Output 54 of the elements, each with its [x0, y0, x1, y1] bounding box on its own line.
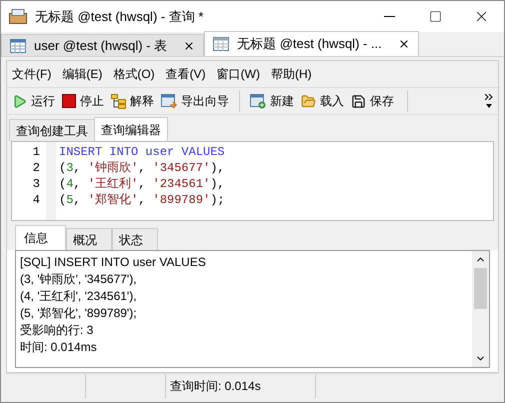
message-line: 受影响的行: 3: [20, 322, 94, 339]
result-tab[interactable]: 概况: [66, 228, 112, 250]
table-add-icon: [250, 94, 266, 108]
query-time: 查询时间: 0.014s: [170, 378, 261, 395]
app-icon: [9, 9, 27, 24]
message-line: [SQL] INSERT INTO user VALUES: [20, 254, 207, 271]
message-line: (5, '郑智化', '899789');: [20, 305, 138, 322]
scroll-thumb[interactable]: [474, 268, 487, 309]
result-tab[interactable]: 状态: [112, 228, 158, 250]
message-line: (3, '钟雨欣', '345677'),: [20, 271, 138, 288]
menu-item[interactable]: 格式(O): [113, 65, 155, 83]
menu-item[interactable]: 文件(F): [12, 65, 52, 83]
diagram-icon: [111, 94, 126, 108]
line-number: 4: [32, 192, 40, 208]
code-line: INSERT INTO user VALUES: [59, 144, 225, 160]
overflow-icon[interactable]: [485, 94, 493, 108]
document-tab[interactable]: 无标题 @test (hwsql) - ...: [204, 31, 419, 56]
toolbar-button[interactable]: 载入: [301, 92, 344, 110]
close-tab-icon[interactable]: [398, 38, 410, 50]
toolbar-button[interactable]: 新建: [250, 92, 294, 110]
table-icon: [10, 38, 26, 52]
editor-tab[interactable]: 查询编辑器: [94, 117, 168, 141]
close-tab-icon[interactable]: [183, 40, 196, 52]
document-tab[interactable]: user @test (hwsql) - 表: [1, 34, 204, 56]
toolbar-button[interactable]: 保存: [351, 92, 394, 110]
line-number: 2: [32, 160, 40, 176]
toolbar-button[interactable]: 导出向导: [161, 92, 229, 110]
code-line: (3, '钟雨欣', '345677'),: [59, 160, 225, 176]
code-line: (5, '郑智化', '899789');: [59, 192, 225, 208]
code-editor[interactable]: 1 2 3 4 INSERT INTO user VALUES (3, '钟雨欣', '345677'), (4, '王红利', '234561'), (5, '郑智化', '899789');: [11, 141, 494, 221]
stop-icon: [62, 94, 76, 108]
line-number: 1: [32, 144, 40, 160]
menu-item[interactable]: 查看(V): [166, 65, 206, 83]
minimize-icon: [384, 16, 394, 17]
window-title: 无标题 @test (hwsql) - 查询 *: [35, 8, 204, 26]
maximize-icon: [428, 10, 442, 23]
message-line: (4, '王红利', '234561'),: [20, 288, 138, 305]
menu-item[interactable]: 窗口(W): [216, 65, 260, 83]
menu-item[interactable]: 帮助(H): [270, 65, 312, 83]
toolbar-button[interactable]: 运行: [12, 92, 55, 110]
toolbar-button[interactable]: 解释: [111, 92, 154, 110]
editor-tab[interactable]: 查询创建工具: [9, 119, 94, 141]
code-line: (4, '王红利', '234561'),: [59, 176, 225, 192]
message-line: 时间: 0.014ms: [20, 339, 98, 356]
grid-icon: [213, 37, 230, 51]
menu-item[interactable]: 编辑(E): [62, 65, 102, 83]
scrollbar[interactable]: [472, 251, 489, 367]
table-export-icon: [161, 94, 177, 108]
result-tab[interactable]: 信息: [15, 225, 66, 250]
line-number: 3: [32, 176, 40, 192]
folder-icon: [301, 94, 316, 108]
toolbar-button[interactable]: 停止: [62, 92, 104, 110]
play-icon: [12, 94, 27, 108]
save-icon: [351, 94, 366, 108]
